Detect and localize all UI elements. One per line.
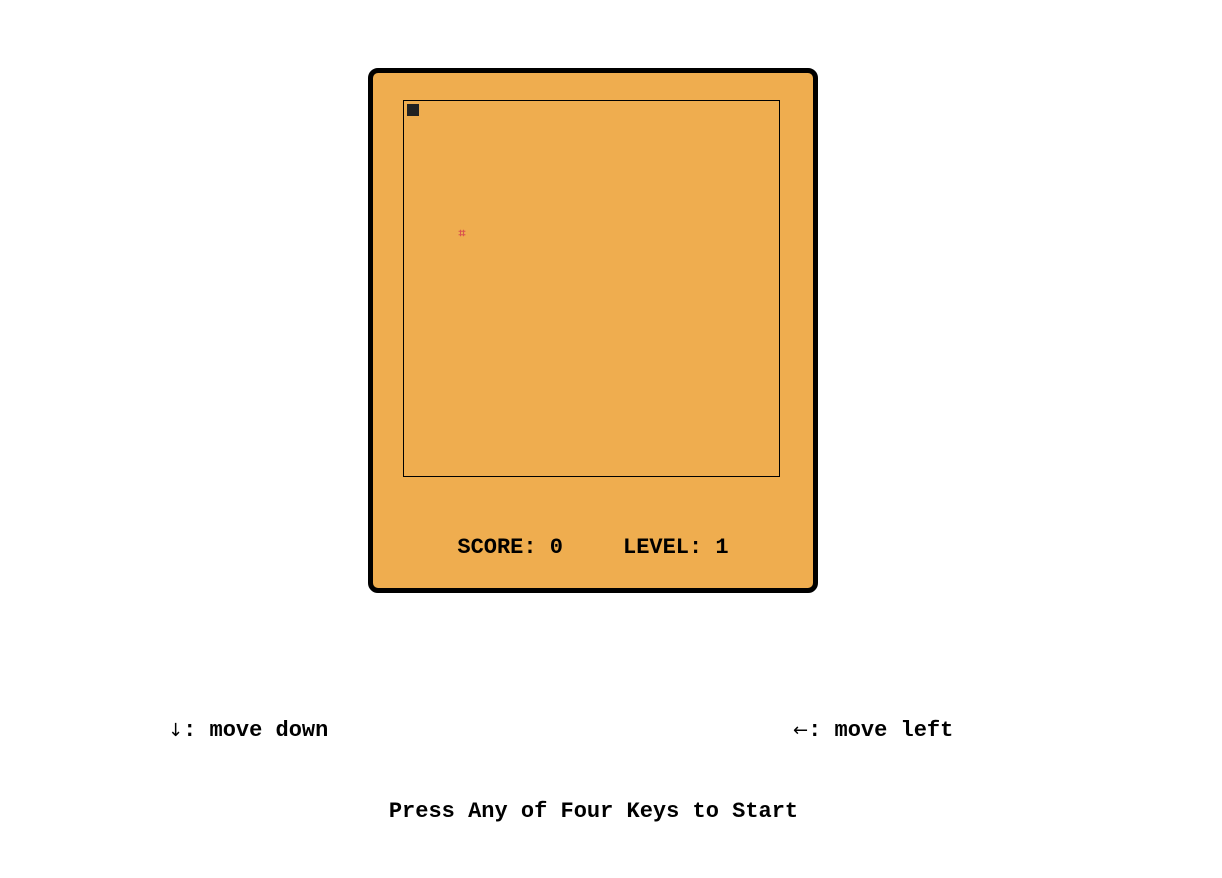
hint-move-down: ↓: move down: [168, 718, 328, 743]
hint-left-text: : move left: [808, 718, 954, 743]
food-icon: ⌗: [458, 226, 466, 240]
hint-move-left: ←: move left: [793, 718, 953, 743]
level-value: 1: [715, 535, 729, 560]
game-console: ⌗ SCORE: 0 LEVEL: 1: [368, 68, 818, 593]
score-label: SCORE:: [457, 535, 537, 560]
left-arrow-icon: ←: [793, 720, 809, 741]
start-message: Press Any of Four Keys to Start: [388, 799, 799, 824]
snake-head: [407, 104, 419, 116]
down-arrow-icon: ↓: [168, 720, 184, 741]
game-board[interactable]: ⌗: [403, 100, 780, 477]
status-bar: SCORE: 0 LEVEL: 1: [373, 535, 813, 560]
score-value: 0: [549, 535, 563, 560]
level-label: LEVEL:: [623, 535, 703, 560]
hint-down-text: : move down: [183, 718, 329, 743]
